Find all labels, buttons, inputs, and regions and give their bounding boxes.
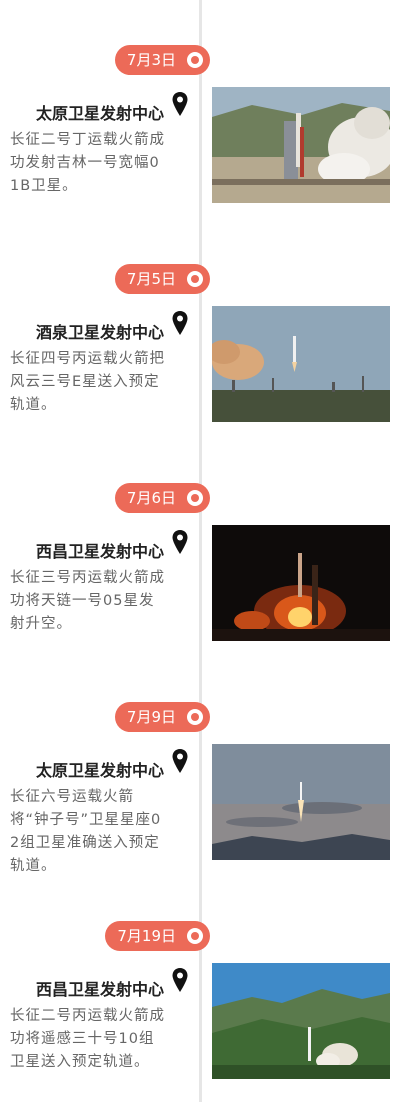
- rocket-ascending-photo: [212, 306, 390, 422]
- timeline-dot-icon: [187, 490, 203, 506]
- launch-description: 长征二号丁运载火箭成功发射吉林一号宽幅01B卫星。: [10, 132, 165, 194]
- date-badge: 7月9日: [114, 702, 210, 732]
- mountain-launch-photo: [212, 963, 390, 1079]
- launch-description: 长征四号丙运载火箭把风云三号E星送入预定轨道。: [10, 351, 165, 413]
- location-pin-icon: [172, 92, 188, 116]
- launch-site-title: 西昌卫星发射中心: [35, 542, 164, 561]
- location-pin-icon: [172, 311, 188, 335]
- launch-pad-with-smoke-photo: [212, 87, 390, 203]
- launch-timeline: 7月3日 太原卫星发射中心 长征二号丁运载火箭成功发射吉林一号宽幅01B卫星。: [0, 0, 400, 1102]
- date-label: 7月5日: [126, 270, 176, 288]
- launch-description: 长征二号丙运载火箭成功将遥感三十号10组卫星送入预定轨道。: [10, 1008, 165, 1070]
- launch-site-title: 太原卫星发射中心: [35, 104, 164, 123]
- dusk-launch-photo: [212, 744, 390, 860]
- date-badge: 7月5日: [114, 264, 210, 294]
- timeline-entry: 7月5日 酒泉卫星发射中心 长征四号丙运载火箭把风云三号E星送入预定轨道。: [0, 264, 400, 484]
- location-pin-icon: [172, 968, 188, 992]
- launch-site-title: 西昌卫星发射中心: [35, 980, 164, 999]
- date-badge: 7月6日: [114, 483, 210, 513]
- timeline-entry: 7月6日 西昌卫星发射中心 长征三号丙运载火箭成功将天链一号05星发射升空。: [0, 483, 400, 703]
- launch-site-title: 酒泉卫星发射中心: [35, 323, 164, 342]
- timeline-entry: 7月9日 太原卫星发射中心 长征六号运载火箭将“钟子号”卫星星座02组卫星准确送…: [0, 702, 400, 922]
- location-pin-icon: [172, 749, 188, 773]
- date-label: 7月19日: [117, 927, 176, 945]
- timeline-dot-icon: [187, 52, 203, 68]
- location-pin-icon: [172, 530, 188, 554]
- launch-site-title: 太原卫星发射中心: [35, 761, 164, 780]
- timeline-dot-icon: [187, 271, 203, 287]
- night-launch-photo: [212, 525, 390, 641]
- date-label: 7月6日: [126, 489, 176, 507]
- date-label: 7月3日: [126, 51, 176, 69]
- timeline-entry: 7月19日 西昌卫星发射中心 长征二号丙运载火箭成功将遥感三十号10组卫星送入预…: [0, 921, 400, 1102]
- launch-description: 长征六号运载火箭将“钟子号”卫星星座02组卫星准确送入预定轨道。: [10, 789, 162, 874]
- timeline-dot-icon: [187, 928, 203, 944]
- date-badge: 7月3日: [114, 45, 210, 75]
- launch-description: 长征三号丙运载火箭成功将天链一号05星发射升空。: [10, 570, 165, 632]
- date-label: 7月9日: [126, 708, 176, 726]
- timeline-dot-icon: [187, 709, 203, 725]
- timeline-entry: 7月3日 太原卫星发射中心 长征二号丁运载火箭成功发射吉林一号宽幅01B卫星。: [0, 45, 400, 265]
- date-badge: 7月19日: [105, 921, 210, 951]
